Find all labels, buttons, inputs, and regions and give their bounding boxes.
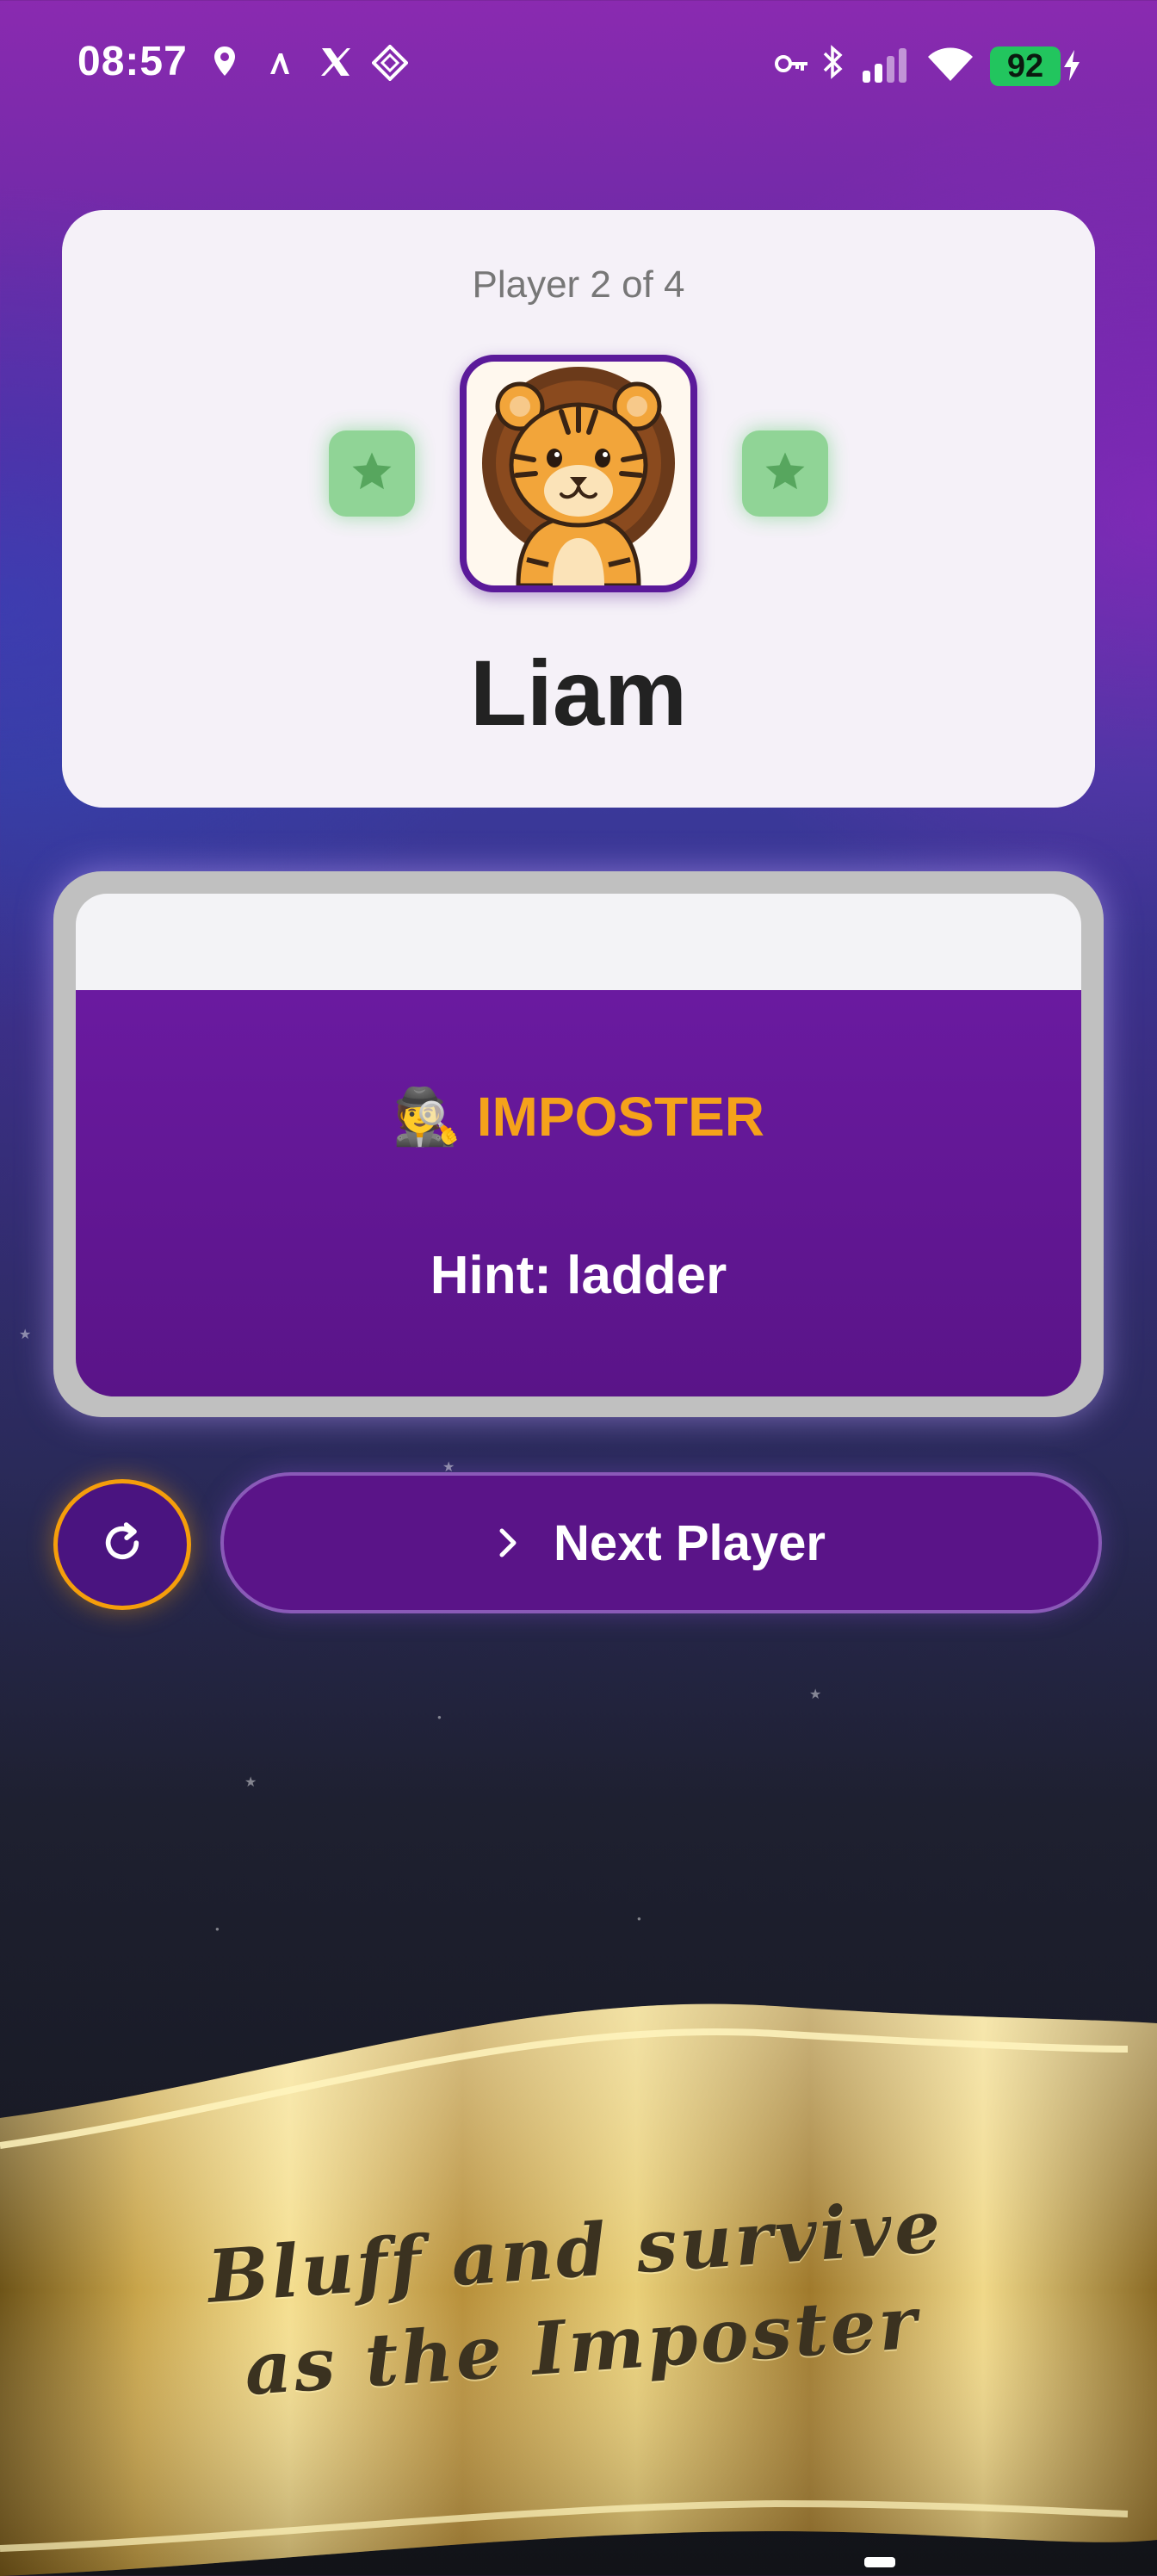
- charging-icon: [1062, 50, 1081, 85]
- role-title: 🕵 IMPOSTER: [0, 1085, 1157, 1149]
- sparkle-icon: ★: [244, 1775, 257, 1790]
- player-count: Player 2 of 4: [472, 263, 685, 306]
- star-badge-right: [742, 430, 828, 517]
- app-diamond-icon: [371, 44, 409, 85]
- chevron-right-icon: [497, 1526, 519, 1560]
- lion-avatar-icon: [467, 367, 690, 585]
- home-indicator[interactable]: [864, 2557, 895, 2567]
- x-icon: [319, 45, 353, 84]
- player-avatar: [460, 355, 697, 592]
- role-label: IMPOSTER: [476, 1086, 764, 1148]
- sparkle-icon: ●: [637, 1915, 641, 1923]
- signal-icon: [861, 46, 913, 87]
- bluetooth-icon: [821, 45, 845, 84]
- app-a-icon: [267, 52, 293, 80]
- role-card-header: [76, 894, 1081, 990]
- next-player-label: Next Player: [554, 1514, 826, 1571]
- sparkle-icon: ★: [442, 1460, 455, 1475]
- status-bar: 08:57 92: [0, 0, 1157, 129]
- location-icon: [212, 45, 238, 84]
- role-hint: Hint: ladder: [430, 1246, 727, 1305]
- role-card-body: [76, 990, 1081, 1396]
- battery-indicator: 92: [990, 46, 1061, 86]
- vpn-key-icon: [775, 53, 809, 78]
- sparkle-icon: ★: [19, 1328, 32, 1342]
- next-player-button[interactable]: Next Player: [220, 1472, 1102, 1613]
- star-badge-left: [329, 430, 415, 517]
- wifi-icon: [926, 46, 974, 87]
- player-name: Liam: [469, 641, 688, 745]
- star-icon: [349, 449, 395, 499]
- sparkle-icon: ●: [215, 1925, 220, 1933]
- status-time: 08:57: [77, 39, 188, 84]
- sparkle-icon: ●: [437, 1713, 442, 1721]
- refresh-icon: [98, 1519, 146, 1571]
- star-icon: [762, 449, 808, 499]
- reset-button[interactable]: [53, 1479, 191, 1610]
- sparkle-icon: ★: [809, 1687, 822, 1702]
- detective-icon: 🕵: [393, 1086, 461, 1148]
